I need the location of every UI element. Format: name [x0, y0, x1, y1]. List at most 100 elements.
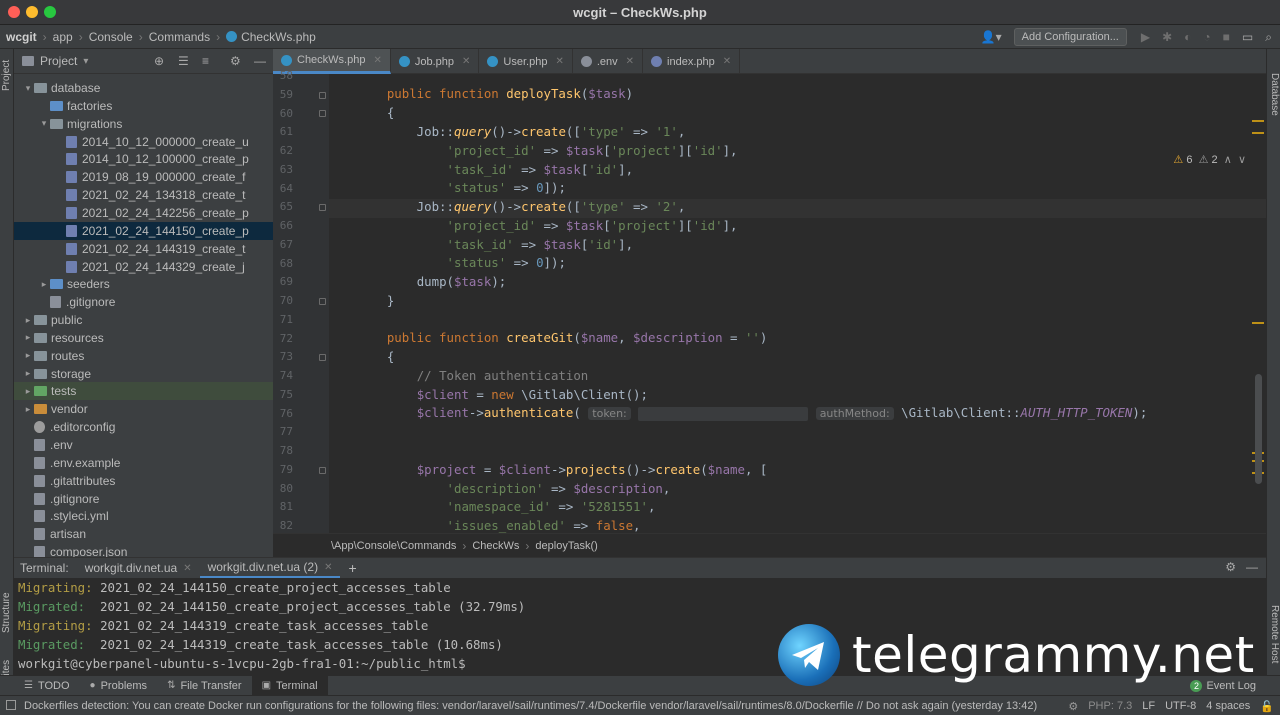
php-version[interactable]: PHP: 7.3: [1088, 700, 1132, 712]
code-editor[interactable]: public function deployTask($task) { Job:…: [329, 74, 1266, 533]
tree-item[interactable]: .styleci.yml: [14, 507, 273, 525]
tree-item[interactable]: ▾ database: [14, 79, 273, 97]
breadcrumb-commands[interactable]: Commands: [149, 30, 210, 44]
tree-item[interactable]: composer.json: [14, 543, 273, 557]
inspection-widget[interactable]: ⚠ 6 ⚠ 2 ∧ ∨: [1173, 153, 1246, 166]
collapse-all-icon[interactable]: ≡: [202, 54, 209, 68]
breadcrumb-console[interactable]: Console: [89, 30, 133, 44]
tree-item[interactable]: artisan: [14, 525, 273, 543]
chevron-down-icon[interactable]: ▾: [83, 56, 88, 67]
chevron-down-icon[interactable]: ∨: [1238, 154, 1246, 166]
search-everywhere-icon[interactable]: ⌕: [1265, 30, 1272, 45]
tree-item[interactable]: ▸ tests: [14, 382, 273, 401]
tree-item[interactable]: .editorconfig: [14, 418, 273, 436]
fold-marker-icon[interactable]: [319, 92, 326, 99]
tree-item[interactable]: 2019_08_19_000000_create_f: [14, 168, 273, 186]
editor-tab[interactable]: index.php ✕: [643, 49, 741, 74]
stop-icon[interactable]: ■: [1223, 30, 1230, 44]
editor-scrollbar[interactable]: [1255, 374, 1262, 484]
tree-item[interactable]: 2021_02_24_144329_create_j: [14, 258, 273, 276]
close-icon[interactable]: ✕: [462, 56, 470, 67]
tree-item[interactable]: 2021_02_24_144150_create_p: [14, 221, 273, 240]
run-icon[interactable]: ▶: [1141, 30, 1150, 44]
coverage-icon[interactable]: ◐: [1184, 30, 1191, 44]
todo-tool-button[interactable]: ☰ TODO: [14, 676, 80, 696]
editor-tab[interactable]: Job.php ✕: [391, 49, 480, 74]
profile-icon[interactable]: ◔: [1203, 30, 1210, 44]
tree-item[interactable]: 2014_10_12_100000_create_p: [14, 150, 273, 168]
structure-tool-tab[interactable]: Structure: [1, 592, 12, 633]
tree-item[interactable]: 2014_10_12_000000_create_u: [14, 133, 273, 151]
tree-item[interactable]: 2021_02_24_142256_create_p: [14, 204, 273, 222]
terminal-tool-button[interactable]: ▣ Terminal: [251, 675, 328, 696]
chevron-right-icon[interactable]: ▸: [22, 404, 34, 415]
close-icon[interactable]: ✕: [373, 55, 381, 66]
tree-item[interactable]: .gitignore: [14, 490, 273, 508]
lock-icon[interactable]: 🔓: [1260, 700, 1274, 713]
error-stripe-marker[interactable]: [1252, 322, 1264, 324]
remote-host-tool-tab[interactable]: Remote Host: [1269, 605, 1280, 663]
editor-tab[interactable]: .env ✕: [573, 49, 644, 74]
tree-item[interactable]: ▸ vendor: [14, 400, 273, 418]
chevron-right-icon[interactable]: ▸: [38, 279, 50, 290]
file-encoding[interactable]: UTF-8: [1165, 700, 1196, 712]
debug-icon[interactable]: ✱: [1162, 30, 1172, 44]
chevron-up-icon[interactable]: ∧: [1224, 154, 1232, 166]
hide-panel-icon[interactable]: —: [1246, 560, 1258, 574]
breadcrumb-namespace[interactable]: \App\Console\Commands: [331, 540, 456, 552]
gear-icon[interactable]: ⚙: [230, 54, 241, 68]
project-tool-tab[interactable]: Project: [1, 60, 12, 91]
fold-marker-icon[interactable]: [319, 467, 326, 474]
new-terminal-tab-icon[interactable]: +: [340, 558, 364, 578]
tree-item[interactable]: ▸ storage: [14, 365, 273, 383]
close-icon[interactable]: ✕: [183, 563, 191, 574]
breadcrumb-file[interactable]: CheckWs.php: [241, 30, 316, 44]
chevron-right-icon[interactable]: ▸: [22, 350, 34, 361]
fold-marker-icon[interactable]: [319, 354, 326, 361]
tree-item[interactable]: .gitignore: [14, 293, 273, 311]
tree-item[interactable]: .env.example: [14, 454, 273, 472]
window-layout-icon[interactable]: ▭: [1242, 30, 1253, 44]
database-tool-tab[interactable]: Database: [1269, 73, 1280, 116]
indent-setting[interactable]: 4 spaces: [1206, 700, 1250, 712]
hide-panel-icon[interactable]: —: [254, 54, 266, 68]
chevron-right-icon[interactable]: ▸: [22, 315, 34, 326]
close-icon[interactable]: ✕: [324, 562, 332, 573]
error-stripe-marker[interactable]: [1252, 132, 1264, 134]
fold-marker-icon[interactable]: [319, 298, 326, 305]
chevron-right-icon[interactable]: ▸: [22, 368, 34, 379]
breadcrumb-method[interactable]: deployTask(): [535, 540, 597, 552]
terminal-tab[interactable]: workgit.div.net.ua ✕: [77, 558, 200, 578]
settings-icon[interactable]: ⚙: [1068, 700, 1078, 713]
tree-item[interactable]: .env: [14, 436, 273, 454]
file-transfer-tool-button[interactable]: ⇅ File Transfer: [157, 676, 252, 696]
terminal-tab-active[interactable]: workgit.div.net.ua (2) ✕: [199, 558, 341, 578]
tree-item[interactable]: 2021_02_24_134318_create_t: [14, 186, 273, 204]
problems-tool-button[interactable]: ● Problems: [80, 676, 158, 696]
error-stripe-marker[interactable]: [1252, 120, 1264, 122]
tree-item[interactable]: ▾ migrations: [14, 115, 273, 133]
close-icon[interactable]: ✕: [555, 56, 563, 67]
line-separator[interactable]: LF: [1142, 700, 1155, 712]
tree-item[interactable]: ▸ seeders: [14, 275, 273, 293]
close-icon[interactable]: ✕: [723, 56, 731, 67]
chevron-down-icon[interactable]: ▾: [22, 83, 34, 94]
breadcrumb-project[interactable]: wcgit: [6, 30, 37, 44]
status-toggle-icon[interactable]: [6, 700, 16, 710]
project-panel-title[interactable]: Project: [40, 54, 77, 68]
fold-marker-icon[interactable]: [319, 204, 326, 211]
expand-all-icon[interactable]: ☰: [178, 54, 189, 68]
fold-marker-icon[interactable]: [319, 110, 326, 117]
gear-icon[interactable]: ⚙: [1225, 560, 1236, 574]
user-icon[interactable]: 👤▾: [981, 30, 1002, 44]
chevron-right-icon[interactable]: ▸: [22, 332, 34, 343]
locate-icon[interactable]: ⊕: [154, 54, 164, 68]
status-message[interactable]: Dockerfiles detection: You can create Do…: [24, 700, 1037, 712]
tree-item[interactable]: .gitattributes: [14, 472, 273, 490]
chevron-down-icon[interactable]: ▾: [38, 118, 50, 129]
add-configuration-button[interactable]: Add Configuration...: [1013, 28, 1127, 46]
close-icon[interactable]: ✕: [626, 56, 634, 67]
chevron-right-icon[interactable]: ▸: [22, 386, 34, 397]
tree-item[interactable]: 2021_02_24_144319_create_t: [14, 240, 273, 258]
tree-item[interactable]: factories: [14, 97, 273, 115]
